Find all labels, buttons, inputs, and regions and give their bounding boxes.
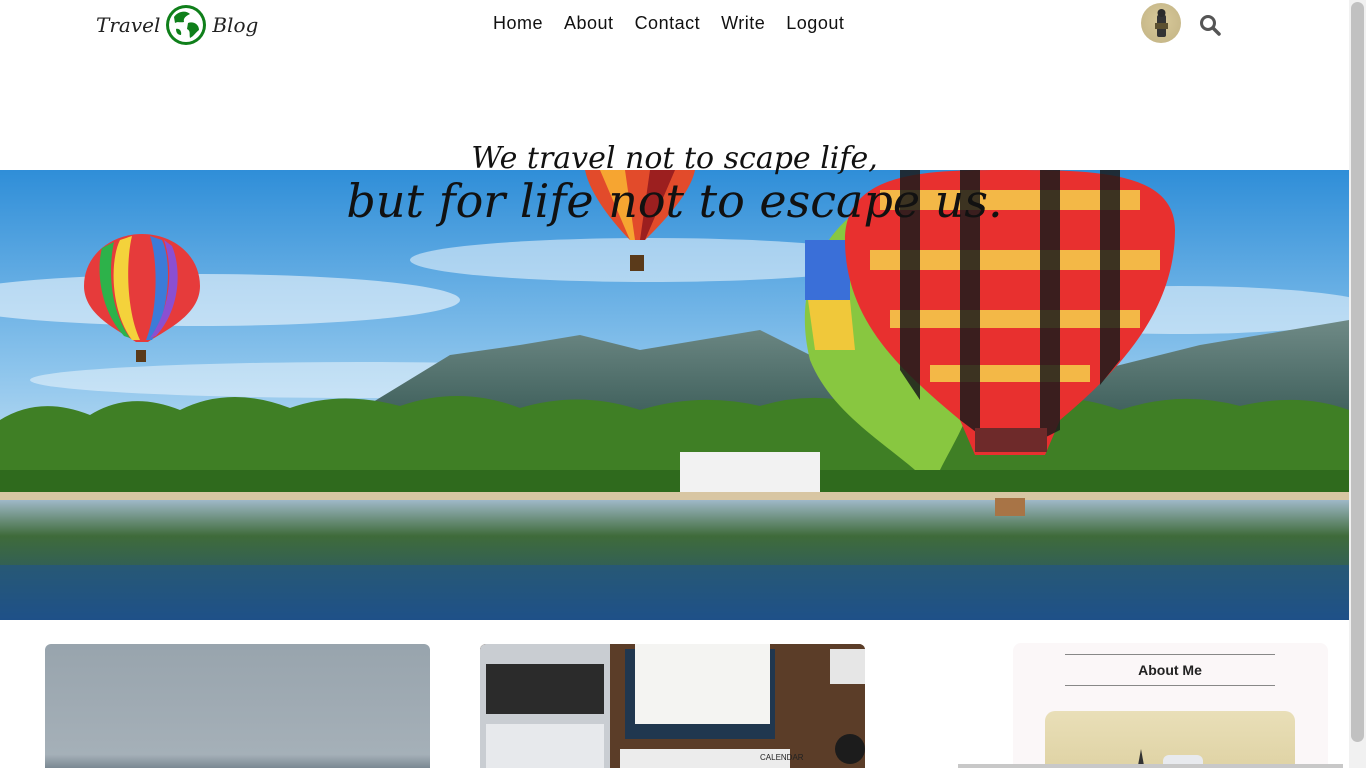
calendar-label: CALENDAR <box>760 753 804 762</box>
search-icon[interactable] <box>1199 14 1221 36</box>
header-title-large: but for life not to escape us. <box>346 174 1003 228</box>
sidebar: About Me <box>1013 643 1328 768</box>
sidebar-title: About Me <box>1138 662 1202 678</box>
user-avatar[interactable] <box>1141 3 1181 43</box>
header-titles: We travel not to scape life, but for lif… <box>0 140 1349 228</box>
sidebar-title-frame: About Me <box>1065 654 1275 686</box>
nav-write[interactable]: Write <box>721 13 765 34</box>
post-card-image[interactable] <box>45 644 430 768</box>
nav-logout[interactable]: Logout <box>786 13 844 34</box>
nav-about[interactable]: About <box>564 13 614 34</box>
scrollbar-thumb[interactable] <box>1351 2 1364 742</box>
top-bar: Travel Blog Home About Contact Write Log… <box>0 0 1349 50</box>
vertical-scrollbar[interactable] <box>1349 0 1366 768</box>
nav-home[interactable]: Home <box>493 13 543 34</box>
hero-image <box>0 170 1349 620</box>
brand-word-right: Blog <box>212 13 259 37</box>
header-title-small: We travel not to scape life, <box>471 141 878 176</box>
nav-contact[interactable]: Contact <box>635 13 701 34</box>
brand-word-left: Travel <box>96 13 161 37</box>
post-card-image[interactable]: CALENDAR <box>480 644 865 768</box>
horizontal-scroll-indicator <box>958 764 1343 768</box>
main-nav: Home About Contact Write Logout <box>493 13 844 34</box>
brand-logo[interactable]: Travel Blog <box>96 5 258 45</box>
globe-icon <box>166 5 207 45</box>
about-me-image <box>1045 711 1295 768</box>
